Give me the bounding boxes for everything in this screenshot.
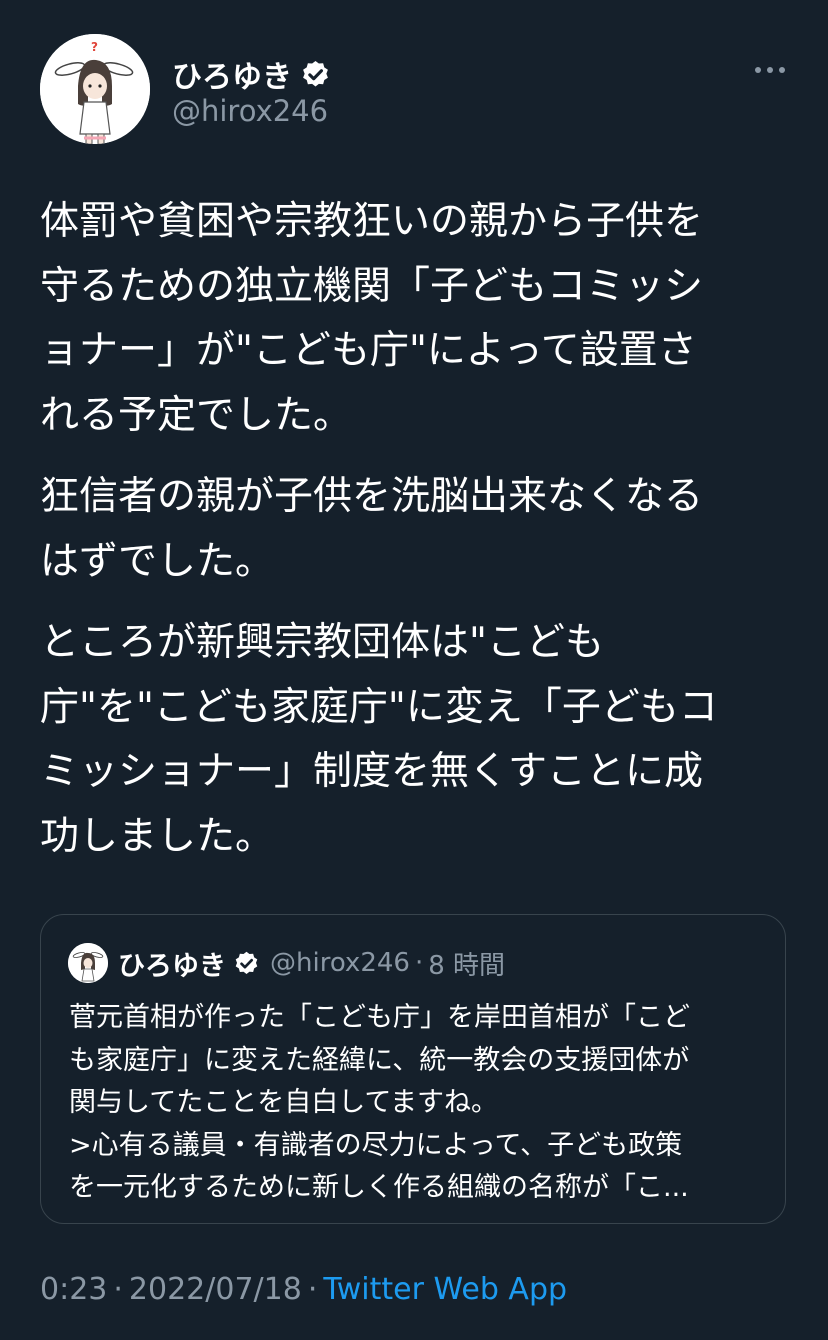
bunny-girl-avatar-icon <box>68 943 108 983</box>
verified-badge-icon <box>235 951 258 974</box>
verified-badge-icon <box>303 60 328 87</box>
quoted-author-display-name: ひろゆき <box>118 950 226 982</box>
bunny-girl-avatar-icon: ? <box>40 34 150 144</box>
tweet-line: ョナー」が"こども庁"によって設置さ <box>40 328 697 373</box>
tweet-line: 守るための独立機関「子どもコミッシ <box>40 263 704 309</box>
meta-separator: · <box>307 1272 318 1307</box>
tweet-line: 狂信者の親が子供を洗脳出来なくなる <box>40 474 704 519</box>
tweet-line: 功しました。 <box>40 813 275 859</box>
quoted-tweet-text: 菅元首相が作った「こども庁」を岸田首相が「こど も家庭庁」に変えた経緯に、統一教… <box>69 997 759 1210</box>
meta-separator: · <box>113 1272 123 1307</box>
tweet-line: ミッショナー」制度を無くすことに成 <box>40 749 704 794</box>
quoted-line: を一元化するために新しく作る組織の名称が「こ... <box>69 1172 689 1203</box>
quoted-author-handle: @hirox246 <box>270 948 410 978</box>
quoted-line: >心有る議員・有識者の尽力によって、子ども政策 <box>69 1129 683 1161</box>
tweet-line: 体罰や貧困や宗教狂いの親から子供を <box>40 199 704 244</box>
tweet-paragraph: ところが新興宗教団体は"こども 庁"を"こども家庭庁"に変え「子どもコ ミッショ… <box>40 611 790 869</box>
quoted-line: も家庭庁」に変えた経緯に、統一教会の支援団体が <box>69 1044 690 1076</box>
svg-text:?: ? <box>91 40 98 54</box>
tweet-line: 庁"を"こども家庭庁"に変え「子どもコ <box>40 684 718 730</box>
quoted-line: 関与してたことを自白してますね。 <box>69 1087 499 1118</box>
more-options-button[interactable] <box>750 58 790 82</box>
author-avatar[interactable]: ? <box>40 34 150 144</box>
quoted-author-avatar <box>68 943 108 983</box>
tweet-paragraph: 体罰や貧困や宗教狂いの親から子供を 守るための独立機関「子どもコミッシ ョナー」… <box>40 190 790 448</box>
tweet-date[interactable]: 2022/07/18 <box>129 1272 302 1307</box>
quoted-line: 菅元首相が作った「こども庁」を岸田首相が「こど <box>69 1002 690 1033</box>
quoted-tweet-card[interactable]: ひろゆき @hirox246 · 8 時間 菅元首相が作った「こども庁」を岸田首… <box>40 914 786 1224</box>
tweet-line: はずでした。 <box>40 538 275 584</box>
tweet-line: れる予定でした。 <box>40 392 353 438</box>
tweet-paragraph: 狂信者の親が子供を洗脳出来なくなる はずでした。 <box>40 465 790 594</box>
author-handle[interactable]: @hirox246 <box>172 94 328 128</box>
more-options-icon <box>755 67 785 73</box>
tweet-header: ? ひろゆき @hirox246 <box>40 34 790 146</box>
quoted-timestamp: 8 時間 <box>428 950 506 981</box>
author-display-name[interactable]: ひろゆき <box>172 52 292 96</box>
quoted-tweet-header: ひろゆき @hirox246 · 8 時間 <box>68 943 505 983</box>
tweet-source-link[interactable]: Twitter Web App <box>323 1272 567 1307</box>
quoted-separator: · <box>414 948 424 978</box>
tweet-line: ところが新興宗教団体は"こども <box>40 620 604 665</box>
author-name-row: ひろゆき <box>172 52 331 96</box>
tweet-text: 体罰や貧困や宗教狂いの親から子供を 守るための独立機関「子どもコミッシ ョナー」… <box>40 190 790 869</box>
tweet-metadata: 0:23 · 2022/07/18 · Twitter Web App <box>40 1272 567 1307</box>
tweet-time[interactable]: 0:23 <box>40 1272 107 1307</box>
